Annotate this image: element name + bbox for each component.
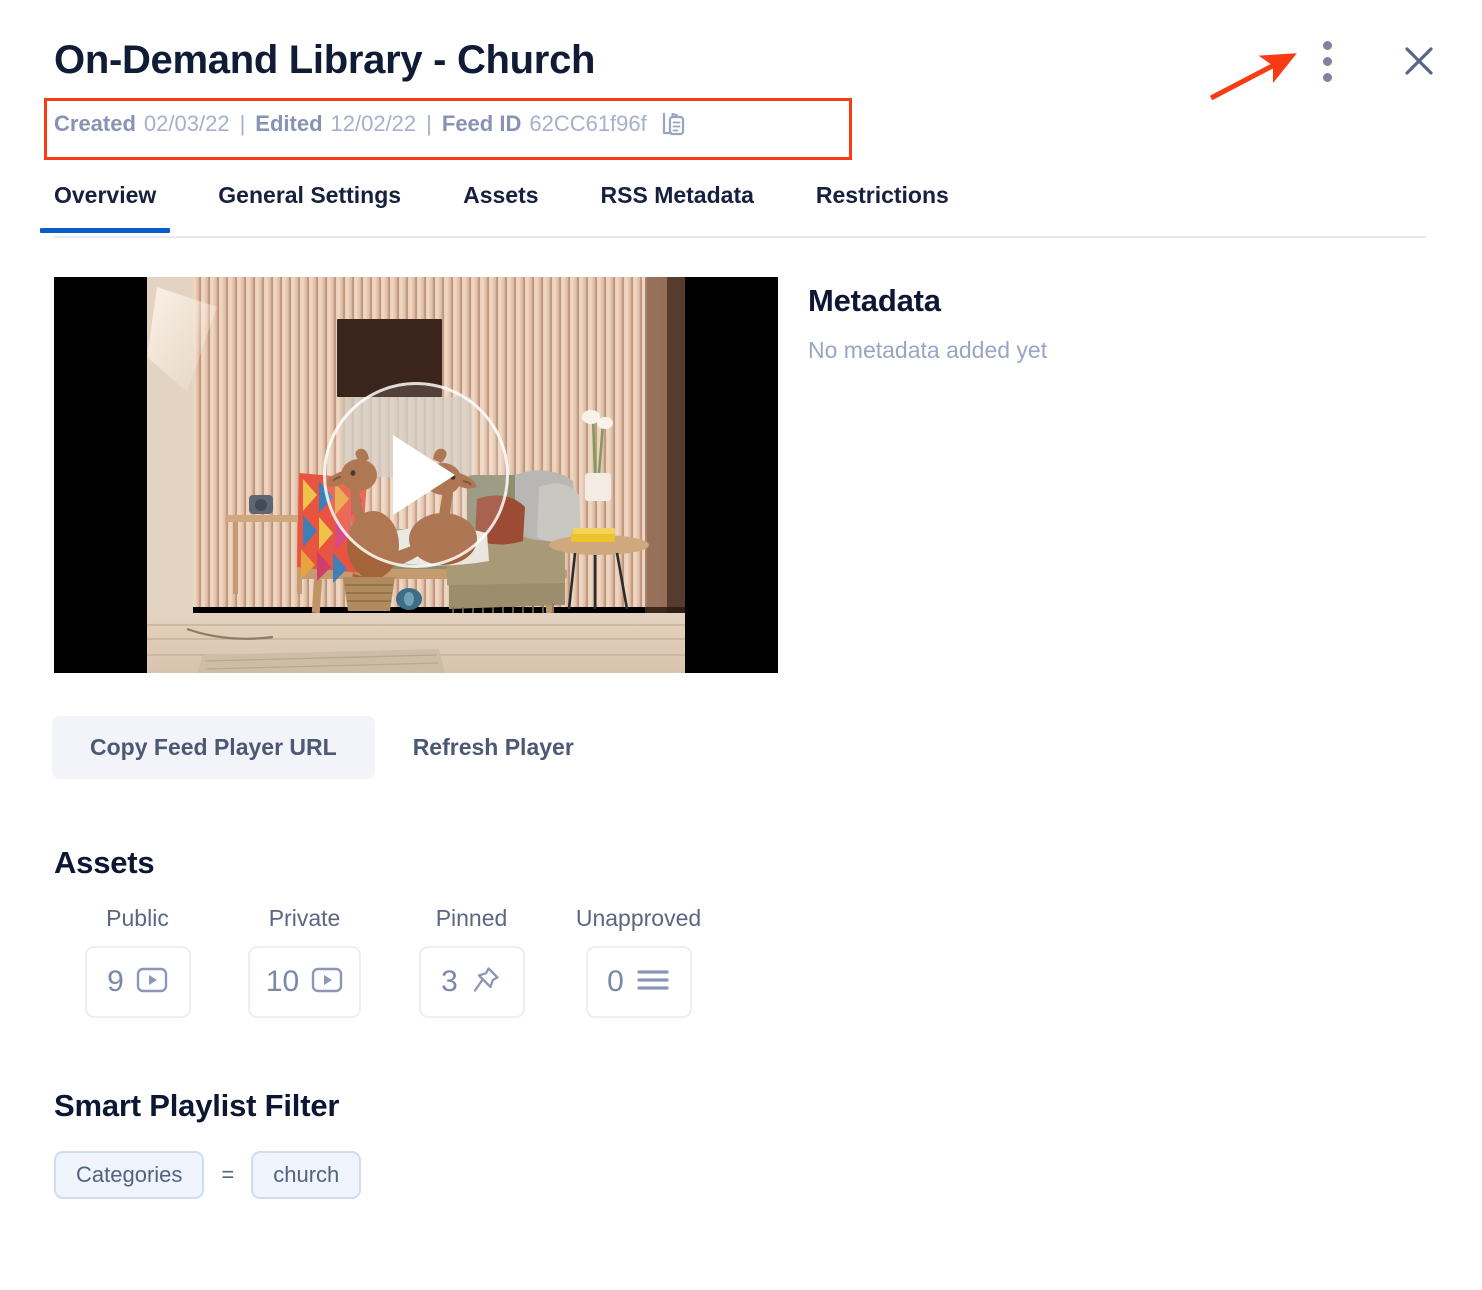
panel-header: On-Demand Library - Church Created 02/03…: [0, 0, 1482, 168]
play-button-icon[interactable]: [323, 382, 509, 568]
asset-label-pinned: Pinned: [435, 905, 508, 931]
smart-playlist-filter-heading: Smart Playlist Filter: [54, 1088, 340, 1123]
feed-meta-line: Created 02/03/22 | Edited 12/02/22 | Fee…: [54, 110, 687, 138]
feed-id-label: Feed ID: [441, 111, 522, 136]
metadata-heading: Metadata: [808, 283, 941, 318]
asset-counter-pinned: Pinned 3: [388, 905, 555, 1018]
asset-box-unapproved[interactable]: 0: [585, 946, 692, 1018]
tab-restrictions[interactable]: Restrictions: [816, 176, 949, 231]
assets-counters: Public 9 Private 10 Pinned 3 Unapproved …: [54, 905, 722, 1018]
asset-box-private[interactable]: 10: [247, 946, 362, 1018]
asset-counter-private: Private 10: [221, 905, 388, 1018]
assets-heading: Assets: [54, 845, 155, 880]
edited-label: Edited: [255, 111, 323, 136]
video-play-icon: [136, 967, 168, 998]
video-player[interactable]: [54, 277, 778, 673]
list-icon: [636, 967, 670, 998]
asset-label-private: Private: [268, 905, 341, 931]
asset-counter-public: Public 9: [54, 905, 221, 1018]
metadata-section: Metadata No metadata added yet: [808, 283, 1047, 364]
tab-bar: Overview General Settings Assets RSS Met…: [39, 176, 1426, 238]
feed-id-value: 62CC61f96f: [529, 111, 647, 136]
filter-field-chip[interactable]: Categories: [54, 1151, 205, 1199]
tab-overview[interactable]: Overview: [39, 176, 171, 233]
video-play-icon: [311, 967, 343, 998]
annotation-arrow-icon: [1209, 53, 1297, 101]
edited-value: 12/02/22: [330, 111, 417, 136]
filter-operator: =: [221, 1162, 235, 1187]
tab-general-settings[interactable]: General Settings: [218, 176, 401, 231]
asset-count-public: 9: [107, 965, 124, 998]
asset-box-public[interactable]: 9: [84, 946, 191, 1018]
copy-clipboard-icon[interactable]: [661, 110, 687, 138]
tab-assets[interactable]: Assets: [463, 176, 538, 231]
more-vertical-icon[interactable]: [1310, 39, 1344, 83]
header-actions: [1310, 38, 1442, 84]
player-actions: Copy Feed Player URL Refresh Player: [52, 716, 612, 779]
asset-count-unapproved: 0: [607, 965, 624, 998]
asset-counter-unapproved: Unapproved 0: [555, 905, 722, 1018]
page-title: On-Demand Library - Church: [54, 38, 596, 82]
asset-count-private: 10: [265, 965, 300, 998]
filter-value-chip[interactable]: church: [251, 1151, 362, 1199]
meta-separator-1: |: [239, 111, 246, 136]
pin-icon: [470, 964, 502, 1001]
asset-label-public: Public: [106, 905, 169, 931]
tab-rss-metadata[interactable]: RSS Metadata: [601, 176, 754, 231]
copy-feed-player-url-button[interactable]: Copy Feed Player URL: [52, 716, 375, 779]
created-value: 02/03/22: [143, 111, 230, 136]
asset-count-pinned: 3: [441, 965, 458, 998]
feed-detail-panel: On-Demand Library - Church Created 02/03…: [0, 0, 1482, 1290]
assets-section: Assets Public 9 Private 10 Pinned 3 Unap…: [54, 845, 722, 1018]
meta-separator-2: |: [426, 111, 432, 136]
asset-label-unapproved: Unapproved: [575, 905, 702, 931]
metadata-empty-text: No metadata added yet: [808, 337, 1048, 363]
asset-box-pinned[interactable]: 3: [418, 946, 525, 1018]
close-icon[interactable]: [1396, 38, 1442, 84]
filter-rule-row: Categories = church: [54, 1151, 362, 1199]
play-triangle-icon: [393, 435, 455, 515]
smart-playlist-filter-section: Smart Playlist Filter Categories = churc…: [54, 1088, 362, 1199]
refresh-player-button[interactable]: Refresh Player: [375, 716, 612, 779]
created-label: Created: [54, 111, 136, 136]
